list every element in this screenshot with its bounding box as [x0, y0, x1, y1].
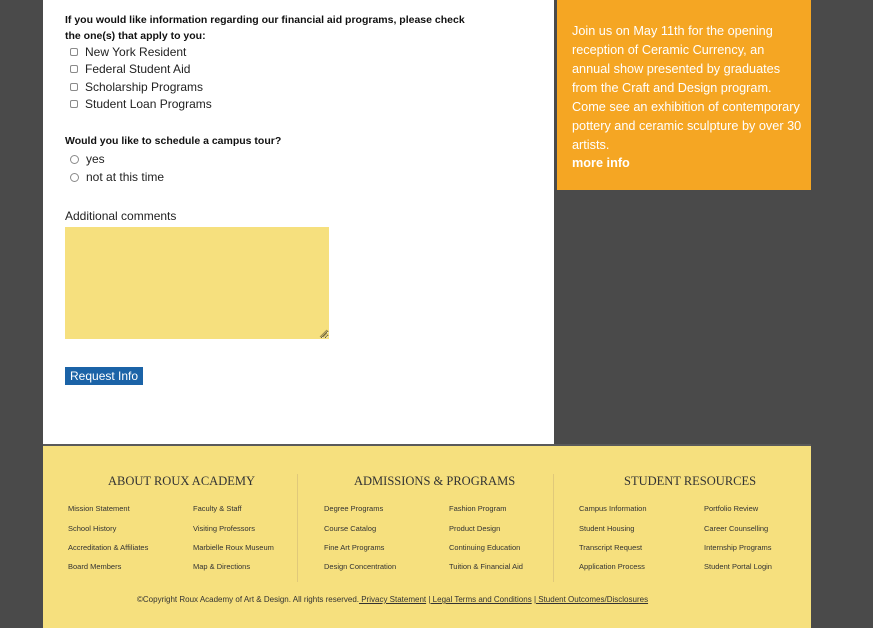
checkbox-federal-student-aid[interactable]: Federal Student Aid: [70, 61, 212, 79]
campus-tour-question: Would you like to schedule a campus tour…: [65, 135, 282, 147]
footer-link[interactable]: Accreditation & Affiliates: [68, 543, 148, 552]
checkbox[interactable]: [70, 47, 78, 56]
footer-link[interactable]: Product Design: [449, 524, 500, 533]
privacy-statement-link[interactable]: Privacy Statement: [359, 595, 426, 604]
footer-link[interactable]: Student Housing: [579, 524, 634, 533]
footer-link[interactable]: Student Portal Login: [704, 562, 772, 571]
checkbox[interactable]: [70, 65, 78, 74]
footer-link[interactable]: Board Members: [68, 562, 121, 571]
footer-link[interactable]: Faculty & Staff: [193, 504, 242, 513]
footer-link[interactable]: Marbielle Roux Museum: [193, 543, 274, 552]
radio-not-at-this-time[interactable]: not at this time: [70, 168, 164, 186]
checkbox[interactable]: [70, 82, 78, 91]
footer-link[interactable]: Design Concentration: [324, 562, 396, 571]
promo-text: Join us on May 11th for the opening rece…: [572, 24, 802, 152]
footer-link[interactable]: Career Counselling: [704, 524, 768, 533]
checkbox-new-york-resident[interactable]: New York Resident: [70, 43, 212, 61]
radio-button[interactable]: [70, 172, 79, 182]
financial-aid-question: If you would like information regarding …: [65, 14, 465, 42]
checkbox-label: New York Resident: [85, 44, 187, 59]
checkbox-scholarship-programs[interactable]: Scholarship Programs: [70, 78, 212, 96]
comments-label: Additional comments: [65, 209, 177, 223]
legal-terms-link[interactable]: Legal Terms and Conditions: [430, 595, 532, 604]
footer-link[interactable]: Fine Art Programs: [324, 543, 384, 552]
radio-label: yes: [86, 152, 105, 166]
checkbox-label: Scholarship Programs: [85, 79, 204, 94]
footer-link[interactable]: Portfolio Review: [704, 504, 758, 513]
more-info-link[interactable]: more info: [572, 156, 630, 170]
checkbox-label: Federal Student Aid: [85, 62, 191, 77]
main-content: If you would like information regarding …: [43, 0, 554, 444]
footer-link[interactable]: Campus Information: [579, 504, 647, 513]
resize-grip-icon[interactable]: [319, 329, 328, 338]
footer-divider: [553, 474, 554, 582]
footer-link[interactable]: Visiting Professors: [193, 524, 255, 533]
campus-tour-radios: yes not at this time: [70, 150, 164, 186]
footer-link[interactable]: Continuing Education: [449, 543, 520, 552]
comments-textarea[interactable]: [65, 227, 329, 339]
request-info-button[interactable]: Request Info: [65, 367, 144, 385]
footer-admissions-section: ADMISSIONS & PROGRAMS Degree Programs Co…: [324, 472, 564, 582]
footer-resources-title: STUDENT RESOURCES: [624, 474, 757, 488]
copyright-bar: ©Copyright Roux Academy of Art & Design.…: [137, 595, 648, 604]
radio-yes[interactable]: yes: [70, 150, 164, 168]
footer-link[interactable]: Tuition & Financial Aid: [449, 562, 523, 571]
student-outcomes-link[interactable]: Student Outcomes/Disclosures: [536, 595, 648, 604]
footer-link[interactable]: Transcript Request: [579, 543, 642, 552]
checkbox-student-loan-programs[interactable]: Student Loan Programs: [70, 96, 212, 114]
footer-link[interactable]: Fashion Program: [449, 504, 507, 513]
copyright-text: ©Copyright Roux Academy of Art & Design.…: [137, 595, 359, 604]
footer-admissions-title: ADMISSIONS & PROGRAMS: [354, 474, 516, 488]
footer-link[interactable]: Application Process: [579, 562, 645, 571]
footer-resources-section: STUDENT RESOURCES Campus Information Stu…: [579, 472, 809, 582]
footer-link[interactable]: School History: [68, 524, 116, 533]
footer: ABOUT ROUX ACADEMY Mission Statement Sch…: [43, 444, 811, 628]
checkbox-label: Student Loan Programs: [85, 97, 212, 112]
radio-label: not at this time: [86, 170, 165, 184]
footer-link[interactable]: Map & Directions: [193, 562, 250, 571]
footer-link[interactable]: Internship Programs: [704, 543, 772, 552]
footer-link[interactable]: Degree Programs: [324, 504, 383, 513]
event-promo-box: Join us on May 11th for the opening rece…: [557, 0, 811, 190]
footer-about-title: ABOUT ROUX ACADEMY: [108, 474, 256, 488]
footer-about-section: ABOUT ROUX ACADEMY Mission Statement Sch…: [68, 472, 308, 582]
footer-link[interactable]: Mission Statement: [68, 504, 130, 513]
footer-link[interactable]: Course Catalog: [324, 524, 376, 533]
financial-aid-checkboxes: New York Resident Federal Student Aid Sc…: [70, 43, 212, 113]
checkbox[interactable]: [70, 100, 78, 109]
radio-button[interactable]: [70, 154, 79, 164]
footer-divider: [297, 474, 298, 582]
